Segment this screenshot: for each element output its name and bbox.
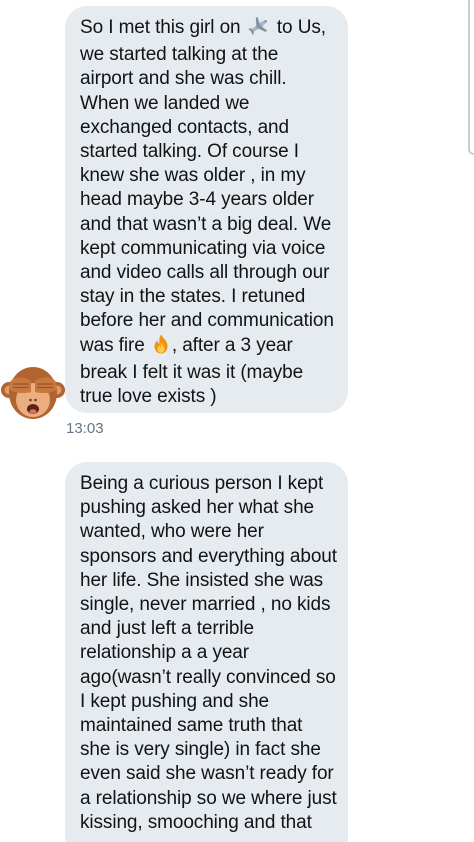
message-line: break I felt it was it (maybe bbox=[80, 361, 304, 383]
message-line: When we landed we bbox=[80, 92, 250, 114]
fire-icon bbox=[152, 334, 170, 361]
message-text: to Us, bbox=[271, 17, 326, 38]
message-line: even said she wasn’t ready for bbox=[80, 763, 334, 785]
message-bubble[interactable]: So I met this girl on to Us, we started … bbox=[65, 6, 348, 413]
message-line: we started talking at the bbox=[80, 44, 279, 66]
message-timestamp: 13:03 bbox=[66, 420, 104, 437]
message-line: I kept pushing and she bbox=[80, 690, 269, 712]
airplane-icon bbox=[248, 16, 270, 43]
message-line: stay in the states. I retuned bbox=[80, 286, 306, 308]
message-text: , after a 3 year bbox=[171, 334, 293, 356]
message-line: head maybe 3-4 years older bbox=[80, 189, 314, 211]
message-line: So I met this girl on to Us, bbox=[80, 16, 338, 43]
message-line: and video calls all through our bbox=[80, 262, 330, 284]
message-text: So I met this girl on bbox=[80, 17, 246, 38]
message-line: started talking. Of course I bbox=[80, 141, 299, 163]
message-line: true love exists ) bbox=[80, 386, 217, 408]
message-line: ago(wasn’t really convinced so bbox=[80, 666, 336, 688]
message-line: single, never married , no kids bbox=[80, 594, 331, 616]
message-bubble[interactable]: Being a curious person I kept pushing as… bbox=[65, 462, 348, 842]
message-line: she is very single) in fact she bbox=[80, 739, 321, 761]
message-line: relationship a a year bbox=[80, 642, 250, 664]
message-line: maintained same truth that bbox=[80, 715, 303, 737]
message-line: was fire , after a 3 year bbox=[80, 334, 338, 361]
message-line: airport and she was chill. bbox=[80, 68, 287, 90]
message-line: before her and communication bbox=[80, 310, 334, 332]
message-line: kept communicating via voice bbox=[80, 237, 326, 259]
see-no-evil-monkey-icon[interactable] bbox=[0, 362, 66, 424]
message-line: a relationship so we where just bbox=[80, 787, 337, 809]
scrollbar[interactable] bbox=[468, 0, 474, 155]
message-line: exchanged contacts, and bbox=[80, 116, 289, 138]
message-line: Being a curious person I kept bbox=[80, 473, 324, 494]
message-line: sponsors and everything about bbox=[80, 545, 337, 567]
message-line: and just left a terrible bbox=[80, 618, 254, 640]
message-text: was fire bbox=[80, 334, 150, 356]
message-line: her life. She insisted she was bbox=[80, 569, 324, 591]
message-line: pushing asked her what she bbox=[80, 497, 315, 519]
message-line: and that wasn’t a big deal. We bbox=[80, 213, 332, 235]
message-line: knew she was older , in my bbox=[80, 165, 306, 187]
message-line: wanted, who were her bbox=[80, 521, 264, 543]
